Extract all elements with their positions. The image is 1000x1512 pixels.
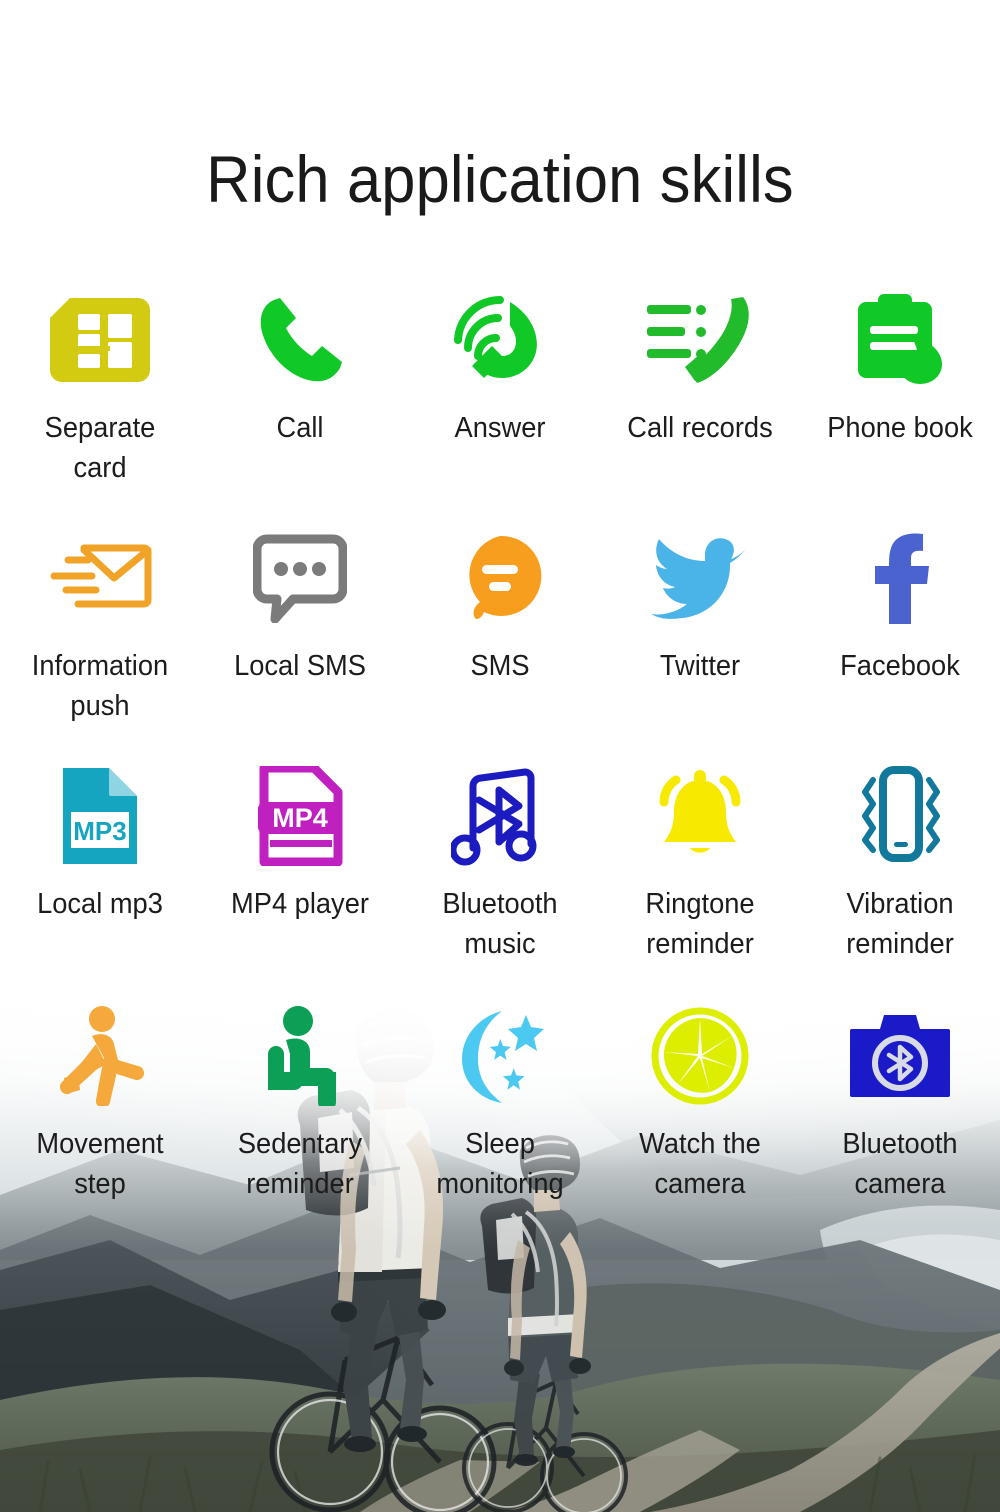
feature-label: Movement step [36, 1128, 164, 1200]
feature-cell-local-sms[interactable]: Local SMS [200, 530, 400, 726]
feature-cell-phone-book[interactable]: Phone book [800, 292, 1000, 488]
feature-label: Bluetooth camera [842, 1128, 958, 1200]
feature-label: MP4 player [231, 888, 369, 920]
feature-cell-separate-card[interactable]: Separate card [0, 292, 200, 488]
sim-card-icon [44, 292, 156, 388]
call-records-icon [644, 292, 756, 388]
feature-label: Watch the camera [639, 1128, 761, 1200]
sms-bubble-icon [444, 530, 556, 626]
feature-row: Separate card Call Answer Call records P… [0, 292, 1000, 488]
feature-label: Answer [454, 412, 546, 444]
feature-cell-call-records[interactable]: Call records [600, 292, 800, 488]
feature-label: Facebook [840, 650, 960, 682]
feature-cell-sleep-monitoring[interactable]: Sleep monitoring [400, 1008, 600, 1204]
twitter-bird-icon [644, 530, 756, 626]
feature-cell-ringtone-reminder[interactable]: Ringtone reminder [600, 768, 800, 964]
running-person-icon [44, 1006, 156, 1106]
feature-row: Information push Local SMS SMS Twitter F… [0, 530, 1000, 726]
feature-row: MP3 Local mp3 MP4 MP4 player Bluetooth m… [0, 766, 1000, 964]
feature-label: Ringtone reminder [645, 888, 755, 960]
feature-label: Bluetooth music [442, 888, 558, 960]
vibration-phone-icon [844, 766, 956, 864]
feature-label: Sedentary reminder [237, 1128, 363, 1200]
feature-label: SMS [470, 650, 530, 682]
mp4-file-icon: MP4 [244, 766, 356, 866]
feature-cell-vibration-reminder[interactable]: Vibration reminder [800, 766, 1000, 964]
feature-cell-call[interactable]: Call [200, 292, 400, 488]
phone-handset-icon [244, 292, 356, 388]
feature-cell-watch-the-camera[interactable]: Watch the camera [600, 1007, 800, 1204]
speech-bubble-icon [244, 530, 356, 626]
feature-cell-mp4-player[interactable]: MP4 MP4 player [200, 766, 400, 964]
feature-label: Local mp3 [37, 888, 163, 920]
feature-cell-information-push[interactable]: Information push [0, 530, 200, 726]
feature-cell-bluetooth-camera[interactable]: Bluetooth camera [800, 1008, 1000, 1204]
feature-label: Call records [627, 412, 773, 444]
feature-cell-movement-step[interactable]: Movement step [0, 1006, 200, 1204]
feature-cell-local-mp3[interactable]: MP3 Local mp3 [0, 768, 200, 964]
incoming-call-icon [444, 292, 556, 388]
camera-aperture-icon [644, 1007, 756, 1105]
bluetooth-music-icon [444, 768, 556, 866]
mp3-file-icon: MP3 [44, 768, 156, 864]
sitting-person-icon [244, 1006, 356, 1106]
feature-label: Sleep monitoring [436, 1128, 564, 1200]
feature-cell-answer[interactable]: Answer [400, 292, 600, 488]
feature-cell-sms[interactable]: SMS [400, 530, 600, 726]
feature-cell-sedentary-reminder[interactable]: Sedentary reminder [200, 1006, 400, 1204]
feature-row: Movement step Sedentary reminder Sleep m… [0, 1006, 1000, 1204]
feature-label: Vibration reminder [846, 888, 954, 960]
feature-label: Call [276, 412, 324, 444]
feature-label: Twitter [659, 650, 741, 682]
svg-text:MP4: MP4 [272, 803, 328, 833]
bell-icon [644, 768, 756, 864]
svg-text:MP3: MP3 [73, 816, 126, 846]
feature-cell-bluetooth-music[interactable]: Bluetooth music [400, 768, 600, 964]
feature-cell-twitter[interactable]: Twitter [600, 530, 800, 726]
phone-book-icon [844, 292, 956, 388]
feature-label: Information push [31, 650, 169, 722]
feature-cell-facebook[interactable]: Facebook [800, 530, 1000, 726]
page-title: Rich application skills [206, 142, 794, 216]
bluetooth-camera-icon [844, 1008, 956, 1104]
facebook-f-icon [844, 530, 956, 626]
feature-label: Separate card [44, 412, 156, 484]
feature-label: Local SMS [234, 650, 366, 682]
envelope-push-icon [44, 530, 156, 626]
moon-stars-icon [444, 1008, 556, 1104]
feature-label: Phone book [827, 412, 973, 444]
